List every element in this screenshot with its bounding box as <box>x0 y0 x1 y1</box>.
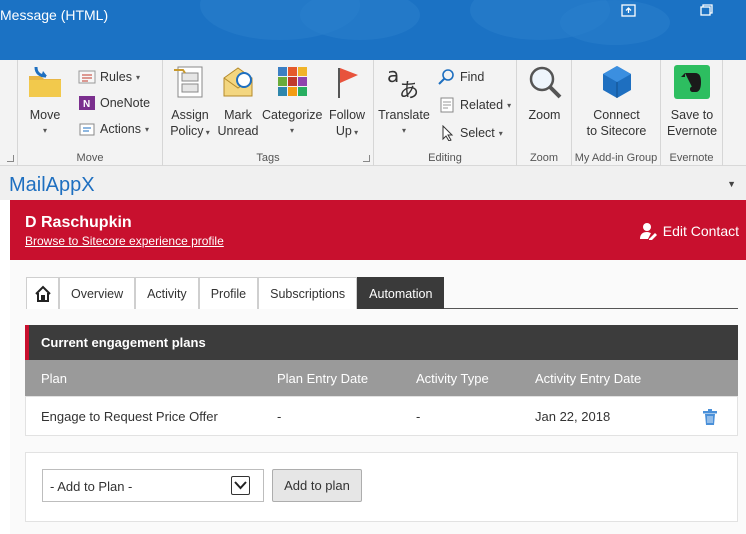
column-header-plan-entry-date: Plan Entry Date <box>277 371 369 386</box>
zoom-button[interactable]: Zoom <box>522 64 567 123</box>
categorize-button[interactable]: Categorize ▾ <box>262 64 322 139</box>
table-row: Engage to Request Price Offer - - Jan 22… <box>25 396 738 436</box>
column-header-plan: Plan <box>41 371 68 386</box>
cell-plan-entry-date: - <box>277 409 282 424</box>
contact-header: D Raschupkin Browse to Sitecore experien… <box>10 200 746 260</box>
restore-ribbon-icon[interactable] <box>621 4 639 20</box>
svg-text:あ: あ <box>399 78 419 100</box>
addin-menu-chevron-down-icon[interactable]: ▼ <box>727 179 736 189</box>
home-icon <box>34 285 51 302</box>
tab-overview[interactable]: Overview <box>59 277 136 309</box>
tab-activity[interactable]: Activity <box>135 277 199 309</box>
mark-unread-icon <box>223 67 253 97</box>
contact-name: D Raschupkin <box>25 214 132 231</box>
sitecore-cube-icon <box>602 66 631 98</box>
ribbon-group-my-addin: Connect to Sitecore My Add-in Group <box>572 60 661 166</box>
dialog-launcher-icon[interactable] <box>7 155 14 162</box>
find-icon <box>438 69 454 85</box>
engagement-plans-header: Current engagement plans <box>25 325 738 360</box>
add-to-plan-panel: - Add to Plan - Add to plan <box>25 452 738 522</box>
rules-icon <box>78 70 96 84</box>
magnifier-icon <box>529 66 561 99</box>
cell-activity-type: - <box>416 409 421 424</box>
column-header-activity-type: Activity Type <box>416 371 489 386</box>
tab-subscriptions[interactable]: Subscriptions <box>258 277 358 309</box>
edit-user-icon <box>639 223 657 240</box>
evernote-icon <box>674 65 710 99</box>
plan-select-value: - Add to Plan - <box>50 479 133 494</box>
ribbon-group-editing: aあ Translate ▾ Find Related ▾ Select ▾ Edi… <box>374 60 517 166</box>
window-title: Message (HTML) <box>0 7 109 23</box>
cell-plan: Engage to Request Price Offer <box>41 409 218 424</box>
plan-select[interactable]: - Add to Plan - <box>42 469 264 502</box>
tab-automation[interactable]: Automation <box>357 277 445 309</box>
find-button[interactable]: Find <box>438 69 484 85</box>
tab-profile[interactable]: Profile <box>198 277 259 309</box>
translate-button[interactable]: aあ Translate ▾ <box>378 63 430 139</box>
cursor-icon <box>442 125 454 141</box>
browse-profile-link[interactable]: Browse to Sitecore experience profile <box>25 234 224 248</box>
maximize-icon[interactable] <box>698 4 716 20</box>
actions-icon <box>79 123 95 136</box>
follow-up-button[interactable]: Follow Up ▾ <box>326 64 368 141</box>
ribbon: Move ▾ Rules ▾ N OneNote Actions ▾ Move As… <box>0 60 746 166</box>
cell-activity-entry-date: Jan 22, 2018 <box>535 409 611 424</box>
tab-home[interactable] <box>26 277 59 309</box>
column-header-activity-entry-date: Activity Entry Date <box>535 371 642 386</box>
table-header: Plan Plan Entry Date Activity Type Activ… <box>25 360 738 396</box>
ribbon-group-tags: Assign Policy ▾ Mark Unread Categorize ▾… <box>163 60 374 166</box>
assign-policy-icon <box>174 66 203 98</box>
move-folder-icon <box>29 66 61 97</box>
trash-icon[interactable] <box>702 409 718 426</box>
ribbon-group-evernote: Save to Evernote Evernote <box>661 60 723 166</box>
ribbon-group-move: Move ▾ Rules ▾ N OneNote Actions ▾ Move <box>18 60 163 166</box>
save-to-evernote-button[interactable]: Save to Evernote <box>665 64 719 139</box>
ribbon-group-zoom: Zoom Zoom <box>517 60 572 166</box>
ribbon-group-partial <box>0 60 18 166</box>
mark-unread-button[interactable]: Mark Unread <box>216 64 260 139</box>
actions-button[interactable]: Actions ▾ <box>78 121 149 137</box>
add-to-plan-button[interactable]: Add to plan <box>272 469 362 502</box>
onenote-icon: N <box>79 96 95 110</box>
onenote-button[interactable]: N OneNote <box>78 95 150 111</box>
addin-title: MailAppX <box>9 174 95 196</box>
panel-title: Current engagement plans <box>41 335 206 350</box>
chevron-down-icon[interactable] <box>231 476 250 495</box>
rules-button[interactable]: Rules ▾ <box>78 69 140 85</box>
related-icon <box>440 97 454 113</box>
connect-to-sitecore-button[interactable]: Connect to Sitecore <box>576 64 657 139</box>
flag-icon <box>338 68 358 98</box>
move-button[interactable]: Move ▾ <box>24 64 66 139</box>
edit-contact-button[interactable]: Edit Contact <box>639 222 739 240</box>
svg-text:a: a <box>387 64 399 87</box>
select-button[interactable]: Select ▾ <box>438 125 503 141</box>
svg-text:N: N <box>83 99 90 110</box>
related-button[interactable]: Related ▾ <box>438 97 511 113</box>
assign-policy-button[interactable]: Assign Policy ▾ <box>168 64 212 141</box>
translate-icon: aあ <box>387 63 419 102</box>
title-bar: Message (HTML) <box>0 0 746 60</box>
categorize-icon <box>278 67 307 96</box>
addin-header <box>0 166 746 200</box>
profile-tabs: Overview Activity Profile Subscriptions … <box>26 277 738 309</box>
